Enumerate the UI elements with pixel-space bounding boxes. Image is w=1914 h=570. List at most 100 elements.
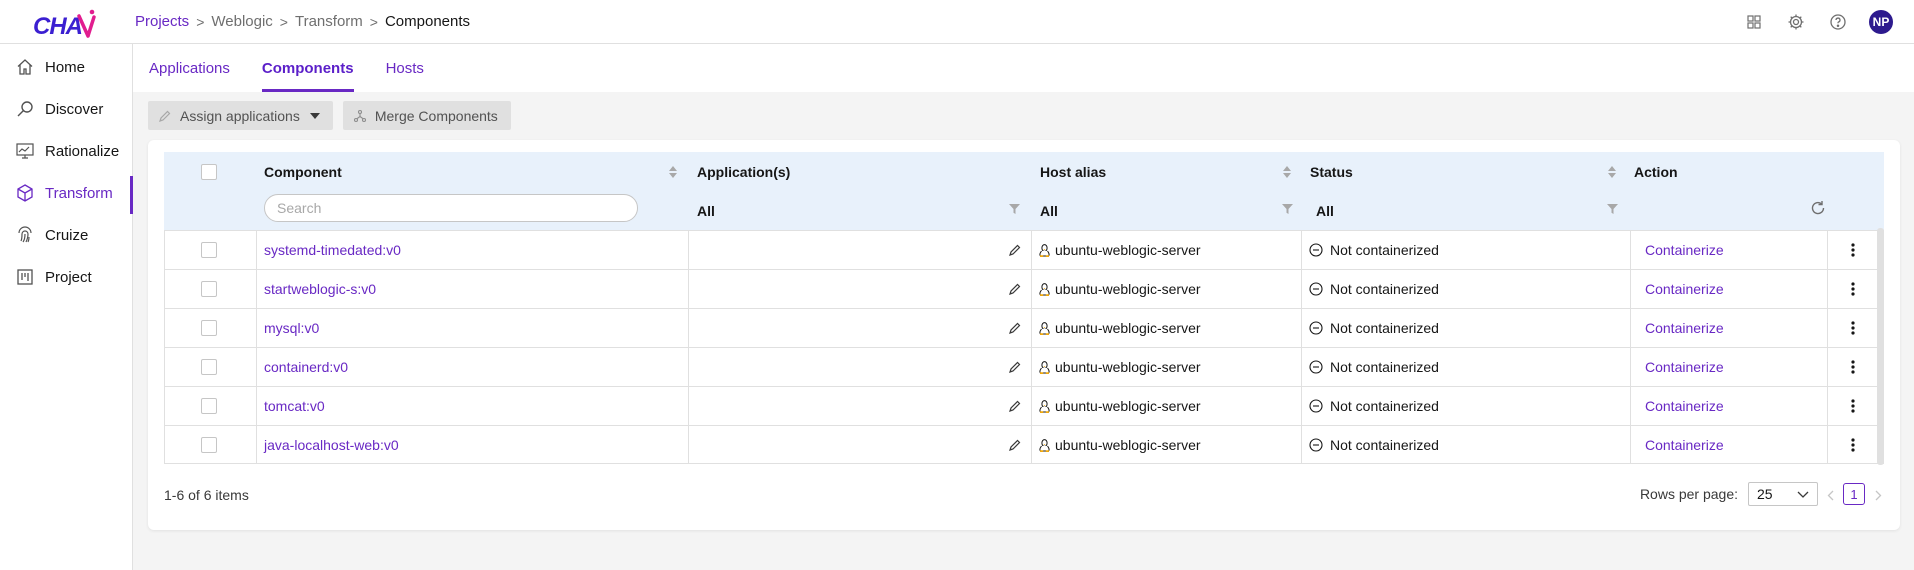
sidebar-item-label: Transform	[45, 184, 113, 202]
host-alias-value: ubuntu-weblogic-server	[1055, 398, 1201, 414]
sidebar-item-label: Home	[45, 58, 86, 76]
sidebar-item-transform[interactable]: Transform	[0, 172, 133, 214]
overflow-menu-icon[interactable]	[1851, 426, 1855, 464]
containerize-link[interactable]: Containerize	[1645, 309, 1724, 347]
help-icon[interactable]	[1817, 0, 1859, 44]
merge-components-button[interactable]: Merge Components	[342, 101, 511, 130]
sidebar-item-cruize[interactable]: Cruize	[0, 214, 132, 256]
assign-applications-button[interactable]: Assign applications	[148, 101, 333, 130]
containerize-link[interactable]: Containerize	[1645, 231, 1724, 269]
edit-applications-icon[interactable]	[1008, 426, 1022, 464]
search-input[interactable]	[264, 194, 638, 222]
table-toolbar: Assign applications Merge Components	[148, 101, 521, 130]
table-scrollbar[interactable]	[1877, 228, 1884, 465]
cube-icon	[14, 182, 36, 204]
home-icon	[14, 56, 36, 78]
next-page-icon[interactable]	[1875, 490, 1882, 501]
tab-applications[interactable]: Applications	[133, 44, 246, 92]
containerize-link[interactable]: Containerize	[1645, 270, 1724, 308]
chevron-right-icon: >	[369, 13, 378, 30]
breadcrumb-weblogic[interactable]: Weblogic	[211, 13, 272, 30]
breadcrumb-projects[interactable]: Projects	[135, 13, 189, 30]
sort-icon[interactable]	[668, 164, 678, 180]
components-card: Component Application(s) Host alias Stat…	[148, 140, 1900, 530]
prev-page-icon[interactable]	[1827, 490, 1834, 501]
sidebar-item-project[interactable]: Project	[0, 256, 132, 298]
sidebar-item-home[interactable]: Home	[0, 46, 132, 88]
row-checkbox[interactable]	[201, 242, 217, 258]
overflow-menu-icon[interactable]	[1851, 348, 1855, 386]
filter-icon[interactable]	[1607, 204, 1618, 214]
header-status[interactable]: Status	[1310, 152, 1353, 192]
edit-applications-icon[interactable]	[1008, 309, 1022, 347]
edit-applications-icon[interactable]	[1008, 387, 1022, 425]
not-containerized-icon	[1309, 426, 1323, 464]
table-row: startweblogic-s:v0 ubuntu-weblogic-serve…	[165, 269, 1883, 308]
row-checkbox[interactable]	[201, 437, 217, 453]
overflow-menu-icon[interactable]	[1851, 231, 1855, 269]
overflow-menu-icon[interactable]	[1851, 270, 1855, 308]
chevron-right-icon: >	[196, 13, 205, 30]
containerize-link[interactable]: Containerize	[1645, 426, 1724, 464]
merge-components-label: Merge Components	[374, 107, 498, 124]
tab-components[interactable]: Components	[246, 44, 370, 92]
edit-applications-icon[interactable]	[1008, 270, 1022, 308]
tab-hosts[interactable]: Hosts	[370, 44, 440, 92]
tab-bar: Applications Components Hosts	[133, 44, 1914, 92]
sidebar-item-rationalize[interactable]: Rationalize	[0, 130, 132, 172]
status-value: Not containerized	[1330, 320, 1439, 336]
row-checkbox[interactable]	[201, 320, 217, 336]
row-checkbox[interactable]	[201, 359, 217, 375]
sort-icon[interactable]	[1607, 164, 1617, 180]
sidebar-item-discover[interactable]: Discover	[0, 88, 132, 130]
filter-icon[interactable]	[1282, 204, 1293, 214]
not-containerized-icon	[1309, 387, 1323, 425]
overflow-menu-icon[interactable]	[1851, 387, 1855, 425]
app-switcher-icon[interactable]	[1733, 0, 1775, 44]
filter-icon[interactable]	[1009, 204, 1020, 214]
edit-applications-icon[interactable]	[1008, 348, 1022, 386]
edit-applications-icon[interactable]	[1008, 231, 1022, 269]
table-footer: 1-6 of 6 items Rows per page: 25 1	[164, 482, 1884, 512]
linux-icon	[1039, 426, 1050, 464]
applications-filter[interactable]: All	[697, 196, 715, 226]
svg-text:CHA: CHA	[33, 13, 82, 38]
page-1-button[interactable]: 1	[1843, 483, 1865, 505]
row-checkbox[interactable]	[201, 281, 217, 297]
sidebar-item-label: Project	[45, 268, 92, 286]
status-filter[interactable]: All	[1316, 196, 1334, 226]
sidebar-item-label: Discover	[45, 100, 104, 118]
component-link[interactable]: systemd-timedated:v0	[264, 231, 401, 269]
component-link[interactable]: tomcat:v0	[264, 387, 325, 425]
containerize-link[interactable]: Containerize	[1645, 387, 1724, 425]
header-host-alias[interactable]: Host alias	[1040, 152, 1106, 192]
component-link[interactable]: startweblogic-s:v0	[264, 270, 376, 308]
table-row: java-localhost-web:v0 ubuntu-weblogic-se…	[165, 425, 1883, 464]
linux-icon	[1039, 387, 1050, 425]
select-all-checkbox[interactable]	[201, 164, 217, 180]
component-link[interactable]: containerd:v0	[264, 348, 348, 386]
rows-per-page-value: 25	[1757, 486, 1773, 502]
host-alias-value: ubuntu-weblogic-server	[1055, 281, 1201, 297]
table-row: mysql:v0 ubuntu-weblogic-server Not cont…	[165, 308, 1883, 347]
chai-logo[interactable]: CHA	[32, 8, 98, 40]
chevron-down-icon	[1797, 491, 1809, 498]
header-component[interactable]: Component	[264, 152, 342, 192]
rows-per-page-select[interactable]: 25	[1748, 482, 1818, 506]
gear-icon[interactable]	[1775, 0, 1817, 44]
component-link[interactable]: java-localhost-web:v0	[264, 426, 399, 464]
sort-icon[interactable]	[1282, 164, 1292, 180]
host-alias-filter[interactable]: All	[1040, 196, 1058, 226]
component-link[interactable]: mysql:v0	[264, 309, 319, 347]
containerize-link[interactable]: Containerize	[1645, 348, 1724, 386]
refresh-icon[interactable]	[1810, 200, 1826, 216]
user-avatar[interactable]: NP	[1869, 10, 1893, 34]
rationalize-icon	[14, 140, 36, 162]
sidebar-item-label: Cruize	[45, 226, 89, 244]
discover-icon	[14, 98, 36, 120]
overflow-menu-icon[interactable]	[1851, 309, 1855, 347]
host-alias-value: ubuntu-weblogic-server	[1055, 242, 1201, 258]
row-checkbox[interactable]	[201, 398, 217, 414]
header-action: Action	[1634, 164, 1678, 180]
breadcrumb-transform[interactable]: Transform	[295, 13, 363, 30]
